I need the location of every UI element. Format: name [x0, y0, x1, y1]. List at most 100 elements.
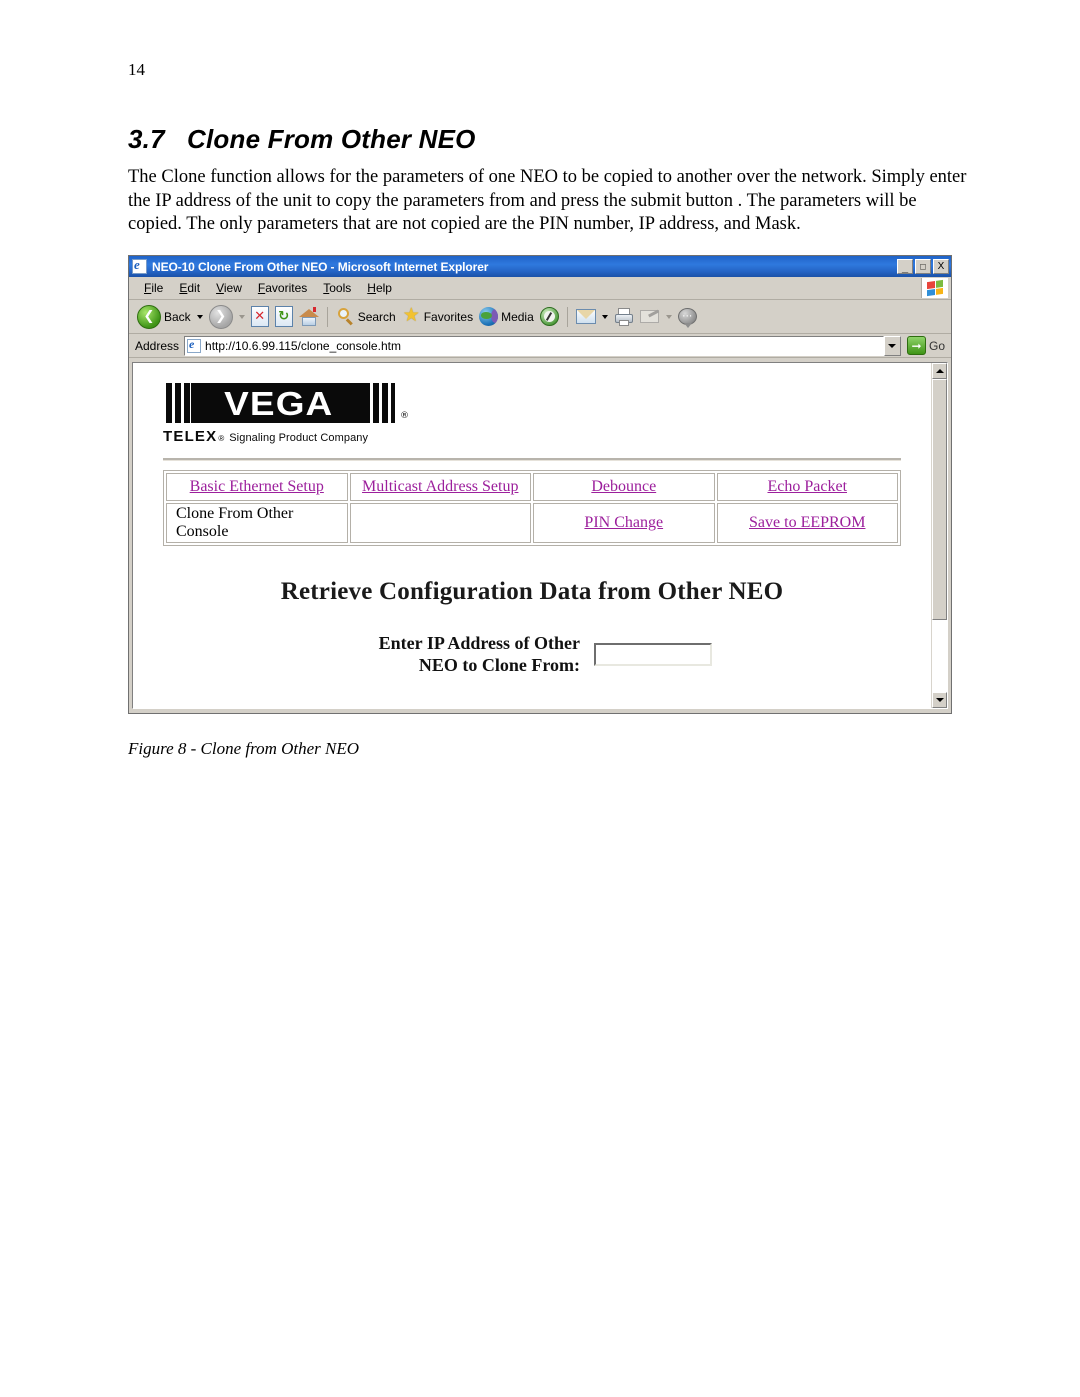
chevron-down-icon	[888, 343, 897, 348]
ip-address-label-line1: Enter IP Address of Other	[378, 633, 580, 653]
horizontal-rule	[163, 458, 901, 461]
nav-cell-save-to-eeprom[interactable]: Save to EEPROM	[716, 503, 898, 543]
scroll-down-button[interactable]	[932, 692, 947, 708]
menu-view-accel: V	[216, 281, 224, 295]
table-row: Basic Ethernet Setup Multicast Address S…	[166, 473, 898, 501]
toolbar-separator	[326, 306, 328, 327]
media-globe-icon	[479, 307, 499, 326]
close-icon: X	[937, 260, 945, 272]
address-input[interactable]: http://10.6.99.115/clone_console.htm	[184, 335, 884, 356]
nav-link-pin-change[interactable]: PIN Change	[584, 514, 663, 531]
scrollbar-track[interactable]	[932, 379, 947, 692]
vega-barcode-mark: VEGA	[163, 383, 395, 423]
nav-link-echo-packet[interactable]: Echo Packet	[767, 478, 847, 495]
edit-button[interactable]	[637, 303, 663, 331]
section-heading: 3.7 Clone From Other NEO	[128, 124, 476, 154]
go-arrow-icon: ➞	[906, 336, 926, 355]
search-label: Search	[357, 309, 396, 324]
scrollbar-thumb[interactable]	[932, 379, 947, 620]
ie-logo-icon	[132, 259, 147, 274]
telex-registered-mark: ®	[218, 434, 225, 443]
address-bar: Address http://10.6.99.115/clone_console…	[129, 334, 951, 358]
menu-item-view[interactable]: View	[208, 279, 250, 297]
ip-address-label-line2: NEO to Clone From:	[418, 655, 580, 675]
media-button[interactable]: Media	[476, 303, 537, 331]
chevron-down-icon	[935, 698, 944, 702]
menu-item-favorites[interactable]: Favorites	[250, 279, 315, 297]
nav-link-save-to-eeprom[interactable]: Save to EEPROM	[749, 514, 865, 531]
address-dropdown-button[interactable]	[883, 335, 901, 356]
minimize-button[interactable]: _	[897, 259, 913, 274]
nav-cell-clone-from-other-console: Clone From Other Console	[166, 503, 348, 543]
nav-link-basic-ethernet-setup[interactable]: Basic Ethernet Setup	[190, 478, 324, 495]
menu-item-tools[interactable]: Tools	[315, 279, 359, 297]
scroll-up-button[interactable]	[932, 363, 947, 379]
go-label: Go	[928, 338, 945, 353]
nav-link-debounce[interactable]: Debounce	[591, 478, 656, 495]
mail-dropdown-icon[interactable]	[601, 314, 608, 319]
menu-bar: File Edit View Favorites Tools Help	[129, 277, 951, 300]
back-dropdown-icon[interactable]	[196, 314, 203, 319]
forward-dropdown-icon[interactable]	[238, 314, 245, 319]
print-button[interactable]	[611, 303, 637, 331]
menu-item-help[interactable]: Help	[359, 279, 400, 297]
forward-button[interactable]: ❯	[206, 303, 236, 331]
home-icon	[298, 306, 319, 327]
address-url-text: http://10.6.99.115/clone_console.htm	[205, 338, 401, 353]
paragraph-text: The Clone function allows for the parame…	[128, 167, 967, 234]
stop-button[interactable]: ✕	[248, 303, 272, 331]
browser-viewport: VEGA ® TELEX ® Signaling Product Company…	[132, 362, 948, 709]
nav-link-multicast-address-setup[interactable]: Multicast Address Setup	[362, 478, 518, 495]
menu-help-rest: elp	[375, 281, 392, 295]
telex-tagline-text: Signaling Product Company	[229, 432, 369, 444]
menu-tools-rest: ools	[329, 281, 352, 295]
nav-cell-basic-ethernet-setup[interactable]: Basic Ethernet Setup	[166, 473, 348, 501]
nav-cell-debounce[interactable]: Debounce	[533, 473, 715, 501]
mail-icon	[575, 309, 596, 324]
toolbar-separator-2	[566, 306, 568, 327]
search-button[interactable]: Search	[333, 303, 399, 331]
window-title: NEO-10 Clone From Other NEO - Microsoft …	[152, 259, 489, 274]
chevron-up-icon	[935, 369, 944, 373]
edit-icon	[639, 309, 660, 325]
vertical-scrollbar[interactable]	[931, 363, 947, 708]
nav-cell-pin-change[interactable]: PIN Change	[533, 503, 715, 543]
table-row: Clone From Other Console PIN Change Save…	[166, 503, 898, 543]
refresh-button[interactable]: ↻	[272, 303, 296, 331]
stop-icon: ✕	[250, 306, 269, 327]
back-arrow-icon: ❮	[137, 304, 161, 329]
address-label: Address	[135, 338, 180, 353]
title-bar: NEO-10 Clone From Other NEO - Microsoft …	[129, 256, 951, 277]
discuss-button[interactable]: ⋯	[675, 303, 700, 331]
favorites-button[interactable]: ★ Favorites	[399, 303, 476, 331]
ip-address-input[interactable]	[594, 642, 712, 666]
edit-dropdown-icon[interactable]	[665, 314, 672, 319]
figure-caption: Figure 8 - Clone from Other NEO	[128, 739, 360, 758]
favorites-label: Favorites	[423, 309, 474, 324]
history-button[interactable]	[537, 303, 562, 331]
ip-address-label: Enter IP Address of Other NEO to Clone F…	[352, 632, 580, 676]
mail-button[interactable]	[573, 303, 599, 331]
maximize-button[interactable]: □	[915, 259, 931, 274]
menu-item-file[interactable]: File	[136, 279, 171, 297]
menu-file-rest: ile	[151, 281, 164, 295]
vega-registered-mark: ®	[400, 411, 409, 421]
page-title: Retrieve Configuration Data from Other N…	[280, 578, 784, 605]
home-button[interactable]	[296, 303, 322, 331]
nav-cell-echo-packet[interactable]: Echo Packet	[716, 473, 898, 501]
telex-tagline: TELEX ® Signaling Product Company	[163, 428, 915, 445]
nav-cell-empty	[349, 503, 531, 543]
nav-cell-multicast-address-setup[interactable]: Multicast Address Setup	[349, 473, 531, 501]
forward-arrow-icon: ❯	[208, 304, 233, 329]
favorites-star-icon: ★	[402, 304, 420, 326]
telex-wordmark: TELEX	[163, 428, 218, 445]
navigation-table: Basic Ethernet Setup Multicast Address S…	[163, 470, 901, 546]
menu-item-edit[interactable]: Edit	[171, 279, 208, 297]
vega-logo: VEGA ® TELEX ® Signaling Product Company	[163, 383, 915, 445]
close-button[interactable]: X	[933, 259, 949, 274]
menu-help-accel: H	[367, 281, 376, 295]
menu-view-rest: iew	[223, 281, 242, 295]
refresh-icon: ↻	[274, 306, 293, 327]
go-button[interactable]: ➞ Go	[906, 336, 948, 355]
back-button[interactable]: ❮ Back	[134, 303, 194, 331]
